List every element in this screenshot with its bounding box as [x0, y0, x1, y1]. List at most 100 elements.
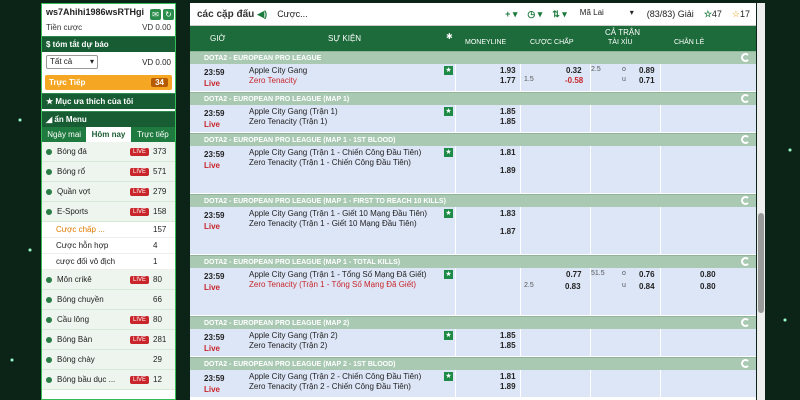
sidebar-subitem[interactable]: Cược hỗn hợp 4: [42, 238, 175, 254]
match-row: 23:59 Live Apple City Gang (Trận 2 - Chiế…: [190, 370, 756, 398]
handicap-home[interactable]: 0.77: [566, 270, 582, 279]
summary-header[interactable]: $ tóm tắt dự báo: [42, 36, 175, 52]
sidebar-item-sport[interactable]: Môn crikê LIVE 80: [42, 270, 175, 290]
moneyline-home[interactable]: 1.81: [500, 372, 516, 381]
over-label: o: [622, 66, 626, 73]
team-home: Apple City Gang: [249, 66, 308, 75]
even-odds[interactable]: 0.80: [700, 282, 716, 291]
sidebar-item-sport[interactable]: Bóng đá LIVE 373: [42, 142, 175, 162]
top-bar: các cặp đấu ◀) Cược... + ▾ ◷ ▾ ⇅ ▾ Mã La…: [190, 3, 756, 26]
team-home: Apple City Gang (Trận 1 - Giết 10 Mạng Đ…: [249, 209, 428, 218]
favorite-star-icon[interactable]: ★: [444, 209, 453, 218]
favorite-star-icon[interactable]: ★: [444, 66, 453, 75]
refresh-icon[interactable]: [741, 53, 750, 62]
tab-tomorrow[interactable]: Ngày mai: [42, 127, 87, 142]
sidebar-item-sport[interactable]: Bóng Bàn LIVE 281: [42, 330, 175, 350]
fav-count[interactable]: ☆47: [704, 9, 722, 20]
add-icon[interactable]: + ▾: [505, 9, 517, 20]
sidebar-item-sport[interactable]: Cầu lông LIVE 80: [42, 310, 175, 330]
message-icon[interactable]: ✉: [150, 9, 161, 20]
refresh-icon[interactable]: [741, 196, 750, 205]
moneyline-away[interactable]: 1.87: [500, 227, 516, 236]
under-odds[interactable]: 0.71: [639, 76, 655, 85]
moneyline-away[interactable]: 1.89: [500, 382, 516, 391]
sport-count: 158: [153, 207, 167, 216]
favorite-star-icon[interactable]: ★: [444, 331, 453, 340]
sport-count: 80: [153, 275, 162, 284]
page-counter: (83/83) Giải: [646, 9, 694, 19]
col-full-time: CẢ TRẬN: [605, 28, 640, 37]
speaker-icon[interactable]: ◀): [257, 9, 267, 20]
sort-icon[interactable]: ⇅ ▾: [552, 9, 567, 20]
moneyline-home[interactable]: 1.93: [500, 66, 516, 75]
moneyline-home[interactable]: 1.85: [500, 107, 516, 116]
favorite-star-icon[interactable]: ★: [444, 270, 453, 279]
moneyline-home[interactable]: 1.81: [500, 148, 516, 157]
refresh-icon[interactable]: [741, 94, 750, 103]
handicap-away[interactable]: 0.83: [565, 282, 581, 291]
refresh-icon[interactable]: [741, 257, 750, 266]
live-badge: LIVE: [129, 315, 149, 324]
league-header[interactable]: DOTA2 - EUROPEAN PRO LEAGUE (MAP 1 - FIR…: [190, 194, 756, 207]
under-odds[interactable]: 0.84: [639, 282, 655, 291]
moneyline-away[interactable]: 1.77: [500, 76, 516, 85]
sport-icon: [46, 336, 52, 343]
league-header[interactable]: DOTA2 - EUROPEAN PRO LEAGUE (MAP 2 - 1ST…: [190, 357, 756, 370]
live-label: Live: [204, 79, 221, 88]
over-odds[interactable]: 0.89: [639, 66, 655, 75]
moneyline-home[interactable]: 1.83: [500, 209, 516, 218]
handicap-away[interactable]: -0.58: [565, 76, 583, 85]
summary-select[interactable]: Tất cả: [46, 55, 98, 69]
live-label: Live: [204, 283, 221, 292]
over-odds[interactable]: 0.76: [639, 270, 655, 279]
favorites-header[interactable]: ★ Mục ưa thích của tôi: [42, 93, 175, 109]
league-header[interactable]: DOTA2 - EUROPEAN PRO LEAGUE (MAP 2): [190, 316, 756, 329]
moneyline-home[interactable]: 1.85: [500, 331, 516, 340]
sidebar-subitem[interactable]: cược đối vô địch 1: [42, 254, 175, 270]
bet-select[interactable]: Cược...: [277, 9, 307, 19]
sidebar-item-sport[interactable]: Bóng bầu dục ... LIVE 12: [42, 370, 175, 390]
pin-icon[interactable]: ✱: [446, 32, 453, 41]
under-label: u: [622, 282, 626, 289]
favorite-star-icon[interactable]: ★: [444, 148, 453, 157]
dollar-icon: $: [46, 40, 53, 49]
team-home: Apple City Gang (Trận 2 - Chiến Công Đầu…: [249, 372, 422, 381]
odds-type-select[interactable]: Mã Lai: [576, 7, 637, 21]
refresh-counter[interactable]: ☆17: [732, 9, 750, 20]
live-label: Live: [204, 222, 221, 231]
scrollbar[interactable]: [757, 3, 765, 400]
refresh-icon[interactable]: ↻: [163, 9, 174, 20]
team-away: Zero Tenacity (Trận 2): [249, 341, 328, 350]
favorite-star-icon[interactable]: ★: [444, 372, 453, 381]
moneyline-away[interactable]: 1.89: [500, 166, 516, 175]
sidebar-item-sport[interactable]: E-Sports LIVE 158: [42, 202, 175, 222]
clock-icon[interactable]: ◷ ▾: [527, 9, 542, 20]
credit-value: VD 0.00: [142, 23, 171, 32]
menu-header[interactable]: ◢ ẩn Menu: [42, 111, 175, 127]
tab-live[interactable]: Trực tiếp: [130, 127, 175, 142]
league-header[interactable]: DOTA2 - EUROPEAN PRO LEAGUE (MAP 1): [190, 92, 756, 105]
sidebar-subitem[interactable]: Cược chấp ... 157: [42, 222, 175, 238]
sidebar-item-sport[interactable]: Quần vợt LIVE 279: [42, 182, 175, 202]
live-button[interactable]: Trực Tiếp 34: [45, 75, 172, 90]
sidebar-item-sport[interactable]: Bóng chuyền 66: [42, 290, 175, 310]
league-header[interactable]: DOTA2 - EUROPEAN PRO LEAGUE (MAP 1 - TOT…: [190, 255, 756, 268]
sport-icon: [46, 148, 52, 155]
sidebar-item-sport[interactable]: Bóng rổ LIVE 571: [42, 162, 175, 182]
refresh-icon[interactable]: [741, 318, 750, 327]
league-header[interactable]: DOTA2 - EUROPEAN PRO LEAGUE: [190, 51, 756, 64]
match-time: 23:59: [204, 333, 225, 342]
moneyline-away[interactable]: 1.85: [500, 341, 516, 350]
refresh-icon[interactable]: [741, 135, 750, 144]
handicap-home[interactable]: 0.32: [566, 66, 582, 75]
moneyline-away[interactable]: 1.85: [500, 117, 516, 126]
league-header[interactable]: DOTA2 - EUROPEAN PRO LEAGUE (MAP 1 - 1ST…: [190, 133, 756, 146]
scroll-thumb[interactable]: [758, 213, 764, 313]
favorite-star-icon[interactable]: ★: [444, 107, 453, 116]
refresh-icon[interactable]: [741, 359, 750, 368]
odd-odds[interactable]: 0.80: [700, 270, 716, 279]
tab-today[interactable]: Hôm nay: [86, 127, 131, 142]
sidebar-item-sport[interactable]: Bóng chày 29: [42, 350, 175, 370]
match-time: 23:59: [204, 68, 225, 77]
sport-count: 373: [153, 147, 167, 156]
